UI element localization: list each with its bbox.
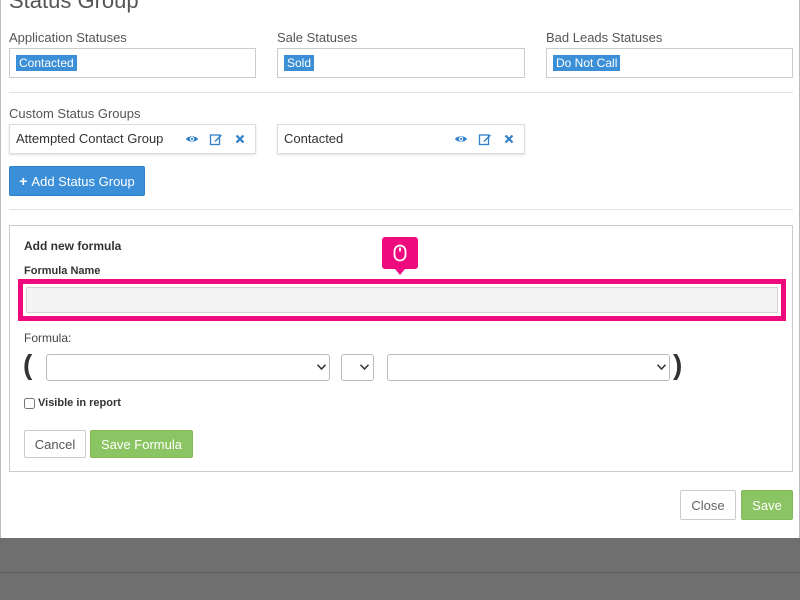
add-status-group-label: Add Status Group	[31, 173, 135, 189]
close-icon[interactable]	[233, 132, 247, 146]
close-icon[interactable]	[502, 132, 516, 146]
status-tag[interactable]: Sold	[284, 55, 315, 71]
backdrop-divider	[0, 572, 800, 573]
formula-value-select[interactable]	[387, 354, 670, 381]
formula-name-highlight	[18, 279, 786, 321]
application-statuses-label: Application Statuses	[9, 30, 127, 45]
add-status-group-button[interactable]: + Add Status Group	[9, 166, 145, 196]
visible-in-report-checkbox[interactable]	[24, 397, 35, 409]
custom-group-name: Attempted Contact Group	[16, 131, 164, 146]
formula-field-select[interactable]	[46, 354, 330, 381]
visible-in-report-label: Visible in report	[38, 397, 121, 409]
close-button[interactable]: Close	[680, 490, 736, 520]
mouse-icon	[393, 244, 407, 262]
save-button[interactable]: Save	[741, 490, 793, 520]
visible-in-report-option[interactable]: Visible in report	[24, 397, 121, 409]
save-formula-button[interactable]: Save Formula	[90, 430, 193, 458]
application-statuses-select[interactable]: Contacted	[9, 48, 256, 78]
formula-operator-select[interactable]	[341, 354, 374, 381]
formula-label: Formula:	[24, 331, 72, 345]
mouse-click-indicator	[382, 237, 418, 275]
formula-name-label: Formula Name	[24, 265, 101, 277]
cancel-button[interactable]: Cancel	[24, 430, 86, 458]
close-paren: )	[673, 349, 683, 380]
modal-backdrop	[0, 538, 800, 600]
sale-statuses-label: Sale Statuses	[277, 30, 358, 45]
edit-icon[interactable]	[209, 132, 223, 146]
divider	[9, 209, 793, 210]
status-group-modal: Status Group Application Statuses Contac…	[0, 0, 800, 538]
custom-group-item: Contacted	[277, 124, 525, 154]
bad-leads-statuses-label: Bad Leads Statuses	[546, 30, 663, 45]
status-tag[interactable]: Contacted	[16, 55, 77, 71]
custom-group-item: Attempted Contact Group	[9, 124, 256, 154]
custom-group-name: Contacted	[284, 131, 344, 146]
status-tag[interactable]: Do Not Call	[553, 55, 621, 71]
custom-status-groups-label: Custom Status Groups	[9, 106, 141, 121]
add-formula-panel: Add new formula Formula Name Formula: ( …	[9, 225, 793, 472]
add-formula-title: Add new formula	[24, 239, 122, 253]
divider	[9, 92, 793, 93]
eye-icon[interactable]	[454, 132, 468, 146]
plus-icon: +	[19, 173, 28, 189]
edit-icon[interactable]	[478, 132, 492, 146]
formula-name-input[interactable]	[26, 287, 778, 313]
sale-statuses-select[interactable]: Sold	[277, 48, 525, 78]
eye-icon[interactable]	[185, 132, 199, 146]
open-paren: (	[23, 349, 33, 380]
bad-leads-statuses-select[interactable]: Do Not Call	[546, 48, 793, 78]
modal-title: Status Group	[9, 0, 139, 13]
